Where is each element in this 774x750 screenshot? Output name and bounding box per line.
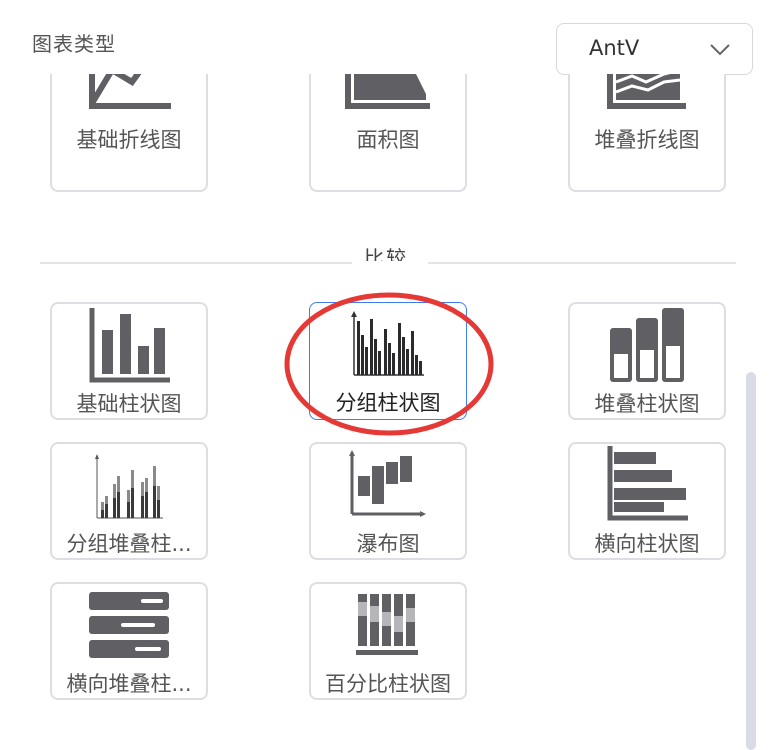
chart-library-select[interactable]: AntV [556, 23, 753, 75]
chart-card-label: 分组堆叠柱... [66, 532, 192, 556]
chart-card-label: 瀑布图 [356, 532, 420, 556]
stacked-line-chart-icon [607, 74, 686, 109]
section-divider-left [40, 262, 352, 264]
chart-card-horizontal-stacked-bar[interactable]: 横向堆叠柱... [50, 582, 208, 700]
chart-library-value: AntV [589, 36, 640, 60]
horizontal-bar-chart-icon [607, 446, 688, 521]
chart-card-area[interactable]: 面积图 [309, 74, 467, 192]
chart-card-percent-bar[interactable]: 百分比柱状图 [309, 582, 467, 700]
chart-card-label: 堆叠折线图 [594, 128, 700, 152]
waterfall-chart-icon [349, 450, 426, 517]
chevron-down-icon [710, 44, 730, 56]
area-chart-icon [345, 74, 430, 109]
percent-bar-chart-icon [356, 594, 418, 655]
section-title: 比较 [364, 246, 408, 261]
scrollbar-thumb[interactable] [746, 372, 756, 750]
chart-card-horizontal-bar[interactable]: 横向柱状图 [568, 442, 726, 560]
grouped-bar-chart-icon [351, 311, 424, 376]
line-chart-icon [89, 74, 171, 109]
bar-chart-icon [89, 308, 170, 383]
chart-card-waterfall[interactable]: 瀑布图 [309, 442, 467, 560]
chart-card-bar[interactable]: 基础柱状图 [50, 302, 208, 420]
chart-card-label: 堆叠柱状图 [594, 392, 700, 416]
chart-card-stacked-line[interactable]: 堆叠折线图 [568, 74, 726, 192]
chart-card-grouped-bar[interactable]: 分组柱状图 [309, 302, 467, 420]
chart-card-label: 面积图 [356, 128, 420, 152]
chart-card-label: 横向堆叠柱... [66, 672, 192, 696]
stacked-bar-chart-icon [610, 308, 684, 382]
section-divider-right [428, 262, 736, 264]
chart-card-label: 基础柱状图 [76, 392, 182, 416]
chart-card-label: 基础折线图 [76, 128, 182, 152]
horizontal-stacked-bar-chart-icon [89, 592, 169, 658]
chart-card-stacked-bar[interactable]: 堆叠柱状图 [568, 302, 726, 420]
chart-card-label: 百分比柱状图 [325, 672, 451, 696]
grouped-stacked-bar-chart-icon [95, 454, 163, 519]
chart-card-label: 横向柱状图 [594, 532, 700, 556]
chart-card-label: 分组柱状图 [335, 391, 441, 415]
chart-card-grouped-stacked-bar[interactable]: 分组堆叠柱... [50, 442, 208, 560]
chart-card-line[interactable]: 基础折线图 [50, 74, 208, 192]
panel-title: 图表类型 [32, 32, 116, 56]
